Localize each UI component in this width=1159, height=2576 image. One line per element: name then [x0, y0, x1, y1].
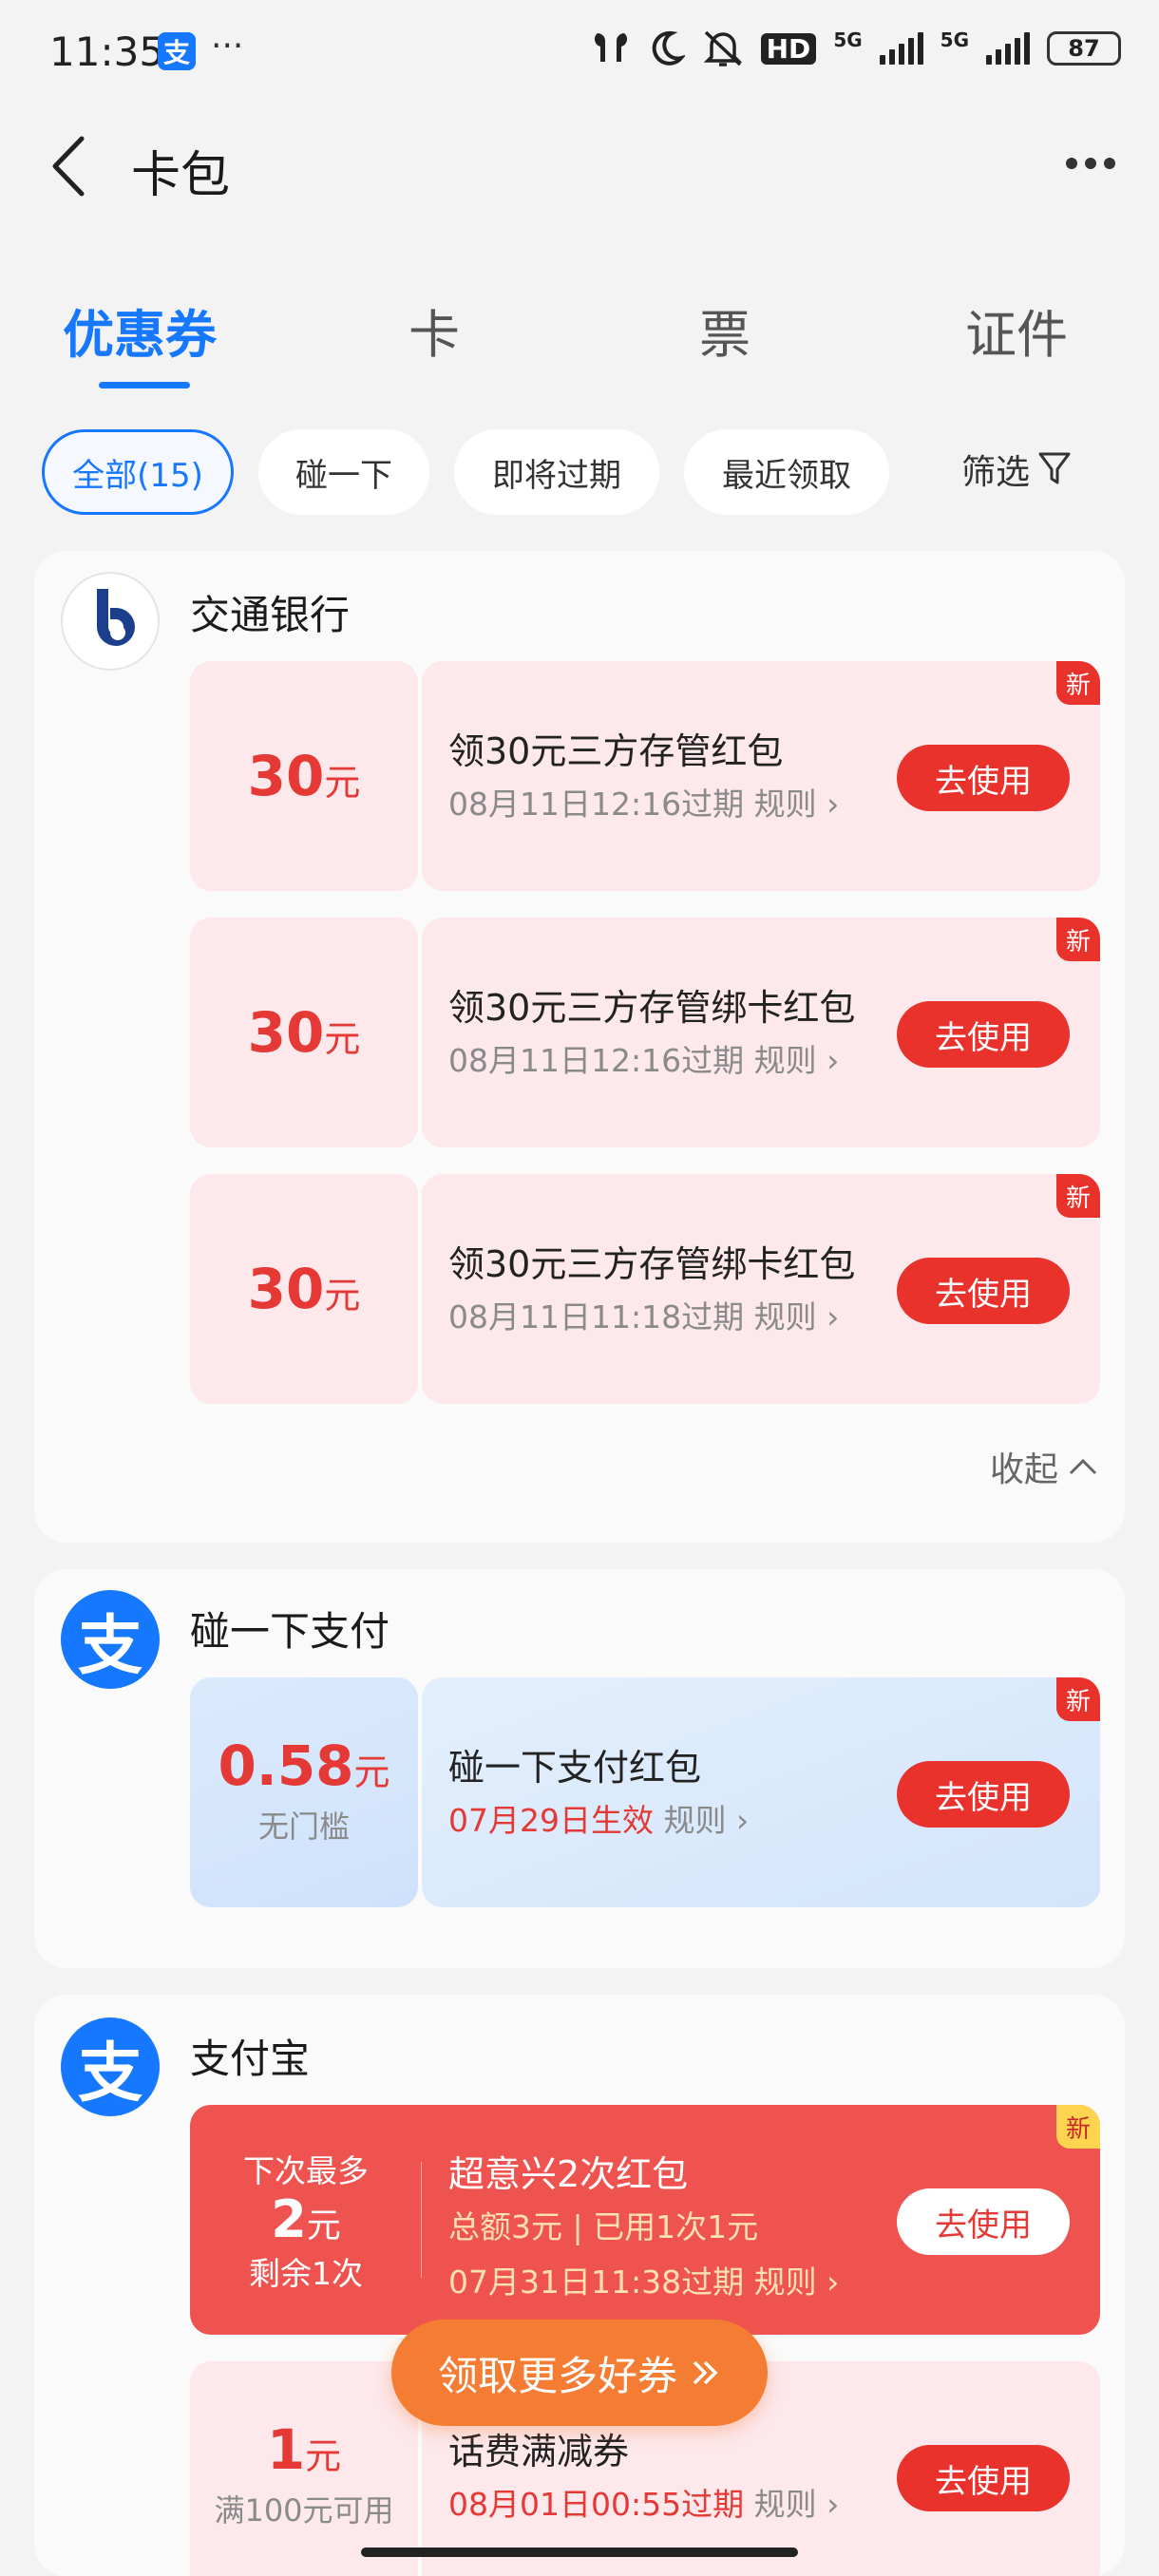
new-badge: 新: [1056, 2105, 1100, 2149]
mute-bell-icon: [703, 30, 742, 66]
filter-button[interactable]: 筛选: [961, 445, 1072, 494]
coupon-amount: 30元: [247, 1257, 361, 1321]
coupon-card[interactable]: 30元 领30元三方存管红包 08月11日12:16过期 规则 › 去使用 新: [190, 661, 1100, 891]
coupon-amount-area: 下次最多 2元 剩余1次: [190, 2105, 422, 2335]
page-title: 卡包: [131, 147, 231, 204]
coupon-condition: 满100元可用: [214, 2492, 394, 2529]
coupon-remaining: 剩余1次: [249, 2254, 363, 2292]
use-button[interactable]: 去使用: [897, 745, 1070, 811]
tab-coupons[interactable]: 优惠券: [63, 293, 217, 368]
alipay-logo-icon: 支: [61, 1590, 160, 1689]
use-button[interactable]: 去使用: [897, 2445, 1070, 2511]
coupon-amount: 2元: [271, 2189, 341, 2250]
collapse-label: 收起: [989, 1450, 1058, 1489]
rule-link[interactable]: 规则: [754, 786, 817, 823]
coupon-meta: 07月31日11:38过期 规则 ›: [448, 2263, 840, 2301]
coupon-usage: 总额3元 | 已用1次1元: [448, 2208, 759, 2245]
coupon-info-area: 领30元三方存管绑卡红包 08月11日11:18过期 规则 › 去使用 新: [422, 1174, 1100, 1404]
alipay-logo-icon: 支: [61, 2017, 160, 2116]
coupon-title: 话费满减券: [448, 2431, 630, 2472]
coupon-card[interactable]: 30元 领30元三方存管绑卡红包 08月11日12:16过期 规则 › 去使用 …: [190, 918, 1100, 1147]
coupon-meta: 08月01日00:55过期 规则 ›: [448, 2486, 840, 2523]
group-name: 支付宝: [190, 2036, 311, 2082]
new-badge: 新: [1056, 918, 1100, 961]
coupon-meta: 07月29日生效 规则 ›: [448, 1802, 750, 1839]
coupon-amount-area: 1元 满100元可用: [190, 2361, 418, 2576]
coupon-amount-area: 0.58元 无门槛: [190, 1677, 418, 1907]
coupon-info-area: 碰一下支付红包 07月29日生效 规则 › 去使用 新: [422, 1677, 1100, 1907]
filter-chip-all[interactable]: 全部(15): [42, 429, 234, 515]
group-name: 碰一下支付: [190, 1608, 390, 1655]
use-button[interactable]: 去使用: [897, 1001, 1070, 1068]
back-icon[interactable]: [46, 133, 91, 199]
filter-chip-expiring[interactable]: 即将过期: [454, 429, 659, 515]
coupon-title: 领30元三方存管绑卡红包: [448, 1243, 856, 1285]
tab-documents[interactable]: 证件: [965, 293, 1068, 368]
coupon-card[interactable]: 30元 领30元三方存管绑卡红包 08月11日11:18过期 规则 › 去使用 …: [190, 1174, 1100, 1404]
tab-cards[interactable]: 卡: [408, 293, 460, 368]
coupon-meta: 08月11日12:16过期 规则 ›: [448, 1042, 840, 1079]
new-badge: 新: [1056, 1677, 1100, 1721]
moon-icon: [652, 30, 685, 66]
group-name: 交通银行: [190, 592, 351, 638]
bank-logo-icon: [61, 572, 160, 671]
more-icon[interactable]: [1066, 158, 1115, 169]
alipay-app-icon: 支: [158, 32, 196, 70]
filter-chip-touch[interactable]: 碰一下: [258, 429, 429, 515]
coupon-info-area: 超意兴2次红包 总额3元 | 已用1次1元 07月31日11:38过期 规则 ›…: [422, 2105, 1100, 2335]
rule-link[interactable]: 规则: [754, 2486, 817, 2523]
double-chevron-right-icon: [693, 2360, 718, 2385]
funnel-icon: [1038, 452, 1071, 484]
home-indicator[interactable]: [361, 2548, 798, 2557]
coupon-card[interactable]: 0.58元 无门槛 碰一下支付红包 07月29日生效 规则 › 去使用 新: [190, 1677, 1100, 1907]
collapse-button[interactable]: 收起: [990, 1442, 1098, 1491]
coupon-amount: 30元: [247, 1000, 361, 1065]
network-type-1: 5G: [833, 28, 863, 51]
tab-indicator: [99, 382, 190, 388]
coupon-amount: 0.58元: [218, 1733, 390, 1798]
tab-tickets[interactable]: 票: [699, 293, 750, 368]
new-badge: 新: [1056, 1174, 1100, 1218]
rule-link[interactable]: 规则: [754, 2263, 817, 2301]
use-button[interactable]: 去使用: [897, 1761, 1070, 1828]
coupon-amount-area: 30元: [190, 1174, 418, 1404]
coupon-amount-area: 30元: [190, 918, 418, 1147]
coupon-max-label: 下次最多: [243, 2152, 369, 2190]
coupon-title: 领30元三方存管红包: [448, 730, 784, 772]
get-more-coupons-button[interactable]: 领取更多好券: [391, 2320, 768, 2426]
hd-badge: HD: [760, 32, 817, 65]
coupon-meta: 08月11日12:16过期 规则 ›: [448, 786, 840, 823]
chevron-up-icon: [1069, 1458, 1097, 1475]
filter-chip-recent[interactable]: 最近领取: [684, 429, 889, 515]
coupon-amount-area: 30元: [190, 661, 418, 891]
coupon-title: 领30元三方存管绑卡红包: [448, 987, 856, 1029]
signal-icon-1: [879, 32, 923, 65]
filter-label: 筛选: [961, 453, 1031, 492]
coupon-title: 超意兴2次红包: [448, 2153, 689, 2195]
coupon-amount: 1元: [266, 2417, 342, 2482]
status-time: 11:35: [49, 28, 165, 75]
new-badge: 新: [1056, 661, 1100, 705]
signal-icon-2: [986, 32, 1030, 65]
network-type-2: 5G: [940, 28, 969, 51]
earbuds-icon: [594, 33, 627, 62]
use-button[interactable]: 去使用: [897, 2188, 1070, 2255]
coupon-meta: 08月11日11:18过期 规则 ›: [448, 1298, 840, 1335]
coupon-amount: 30元: [247, 744, 361, 808]
coupon-title: 碰一下支付红包: [448, 1747, 702, 1789]
coupon-info-area: 领30元三方存管绑卡红包 08月11日12:16过期 规则 › 去使用 新: [422, 918, 1100, 1147]
status-icons: HD 5G 5G 87: [590, 28, 1121, 68]
rule-link[interactable]: 规则: [663, 1802, 726, 1839]
use-button[interactable]: 去使用: [897, 1258, 1070, 1324]
battery-icon: 87: [1047, 31, 1121, 66]
get-more-label: 领取更多好券: [437, 2352, 677, 2399]
coupon-info-area: 领30元三方存管红包 08月11日12:16过期 规则 › 去使用 新: [422, 661, 1100, 891]
status-overflow: ···: [211, 27, 244, 66]
coupon-condition: 无门槛: [257, 1809, 350, 1845]
rule-link[interactable]: 规则: [754, 1042, 817, 1079]
coupon-card[interactable]: 下次最多 2元 剩余1次 超意兴2次红包 总额3元 | 已用1次1元 07月31…: [190, 2105, 1100, 2335]
rule-link[interactable]: 规则: [754, 1298, 817, 1335]
